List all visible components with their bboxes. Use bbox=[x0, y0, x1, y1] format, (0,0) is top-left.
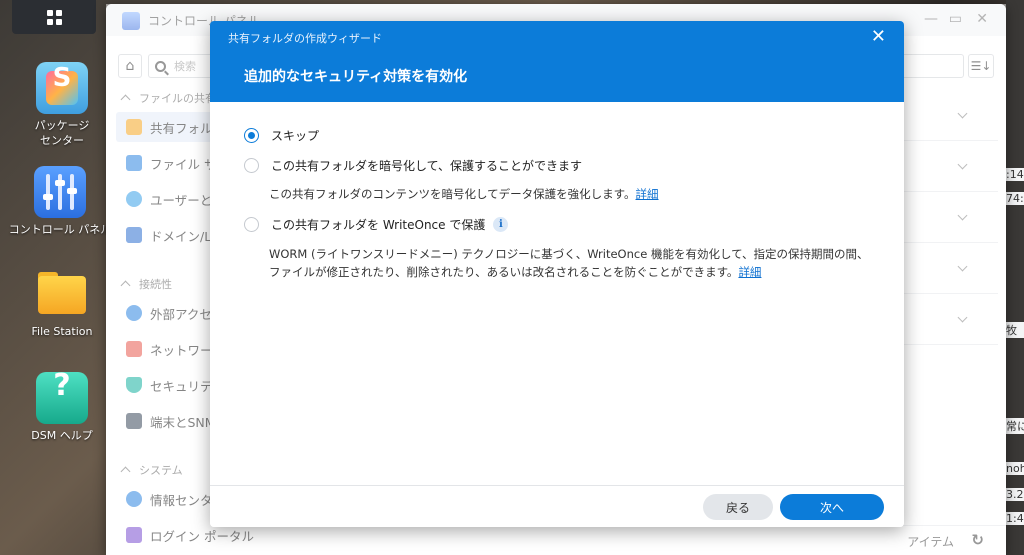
shared-folder-wizard-dialog: 共有フォルダの作成ウィザード ✕ 追加的なセキュリティ対策を有効化 スキップ こ… bbox=[210, 21, 904, 527]
option-skip[interactable]: スキップ bbox=[244, 127, 319, 144]
option-label: この共有フォルダを暗号化して、保護することができます bbox=[271, 159, 583, 173]
wizard-step-heading: 追加的なセキュリティ対策を有効化 bbox=[244, 69, 468, 85]
help-icon bbox=[36, 372, 88, 424]
desktop-icon-file-station[interactable]: File Station bbox=[10, 268, 114, 339]
peek-text: 74: bbox=[1004, 192, 1024, 205]
option-encrypt[interactable]: この共有フォルダを暗号化して、保護することができます bbox=[244, 157, 582, 174]
close-icon[interactable]: ✕ bbox=[871, 26, 886, 47]
peek-text: :14 bbox=[1004, 168, 1024, 181]
writeonce-description: WORM (ライトワンスリードメニー) テクノロジーに基づく、WriteOnce… bbox=[269, 247, 869, 279]
encrypt-details-link[interactable]: 詳細 bbox=[636, 187, 659, 201]
peek-text: 常に bbox=[1004, 418, 1024, 434]
option-writeonce[interactable]: この共有フォルダを WriteOnce で保護 i bbox=[244, 216, 509, 233]
next-button[interactable]: 次へ bbox=[780, 494, 884, 520]
option-label: この共有フォルダを WriteOnce で保護 bbox=[271, 218, 486, 232]
desktop-icon-label: File Station bbox=[31, 325, 93, 338]
option-label: スキップ bbox=[271, 129, 320, 143]
wizard-header: 共有フォルダの作成ウィザード ✕ 追加的なセキュリティ対策を有効化 bbox=[210, 21, 904, 102]
desktop-icon-label: コントロール パネル bbox=[8, 223, 112, 236]
peek-text: 牧 bbox=[1004, 322, 1024, 338]
peek-text: noh bbox=[1004, 462, 1024, 475]
info-icon[interactable]: i bbox=[493, 217, 509, 232]
peek-text: 3.2 bbox=[1004, 488, 1024, 501]
peek-text: 1:4 bbox=[1004, 512, 1024, 525]
folder-icon bbox=[36, 268, 88, 320]
desktop-icon-control-panel[interactable]: コントロール パネル bbox=[8, 166, 112, 237]
main-menu-button[interactable] bbox=[12, 0, 96, 34]
radio-writeonce[interactable] bbox=[244, 217, 259, 232]
desktop-icon-label: パッケージ センター bbox=[34, 119, 90, 147]
desktop-icon-package-center[interactable]: パッケージ センター bbox=[10, 62, 114, 148]
desktop-icon-dsm-help[interactable]: DSM ヘルプ bbox=[10, 372, 114, 443]
desktop-icon-label: DSM ヘルプ bbox=[31, 429, 93, 442]
radio-encrypt[interactable] bbox=[244, 158, 259, 173]
control-panel-icon bbox=[34, 166, 86, 218]
wizard-title: 共有フォルダの作成ウィザード bbox=[228, 32, 382, 45]
package-center-icon bbox=[36, 62, 88, 114]
radio-skip[interactable] bbox=[244, 128, 259, 143]
encrypt-description: この共有フォルダのコンテンツを暗号化してデータ保護を強化します。詳細 bbox=[269, 187, 659, 201]
wizard-footer: 戻る 次へ bbox=[210, 485, 904, 527]
grid-icon bbox=[46, 9, 62, 25]
back-button[interactable]: 戻る bbox=[703, 494, 773, 520]
writeonce-details-link[interactable]: 詳細 bbox=[738, 265, 761, 279]
